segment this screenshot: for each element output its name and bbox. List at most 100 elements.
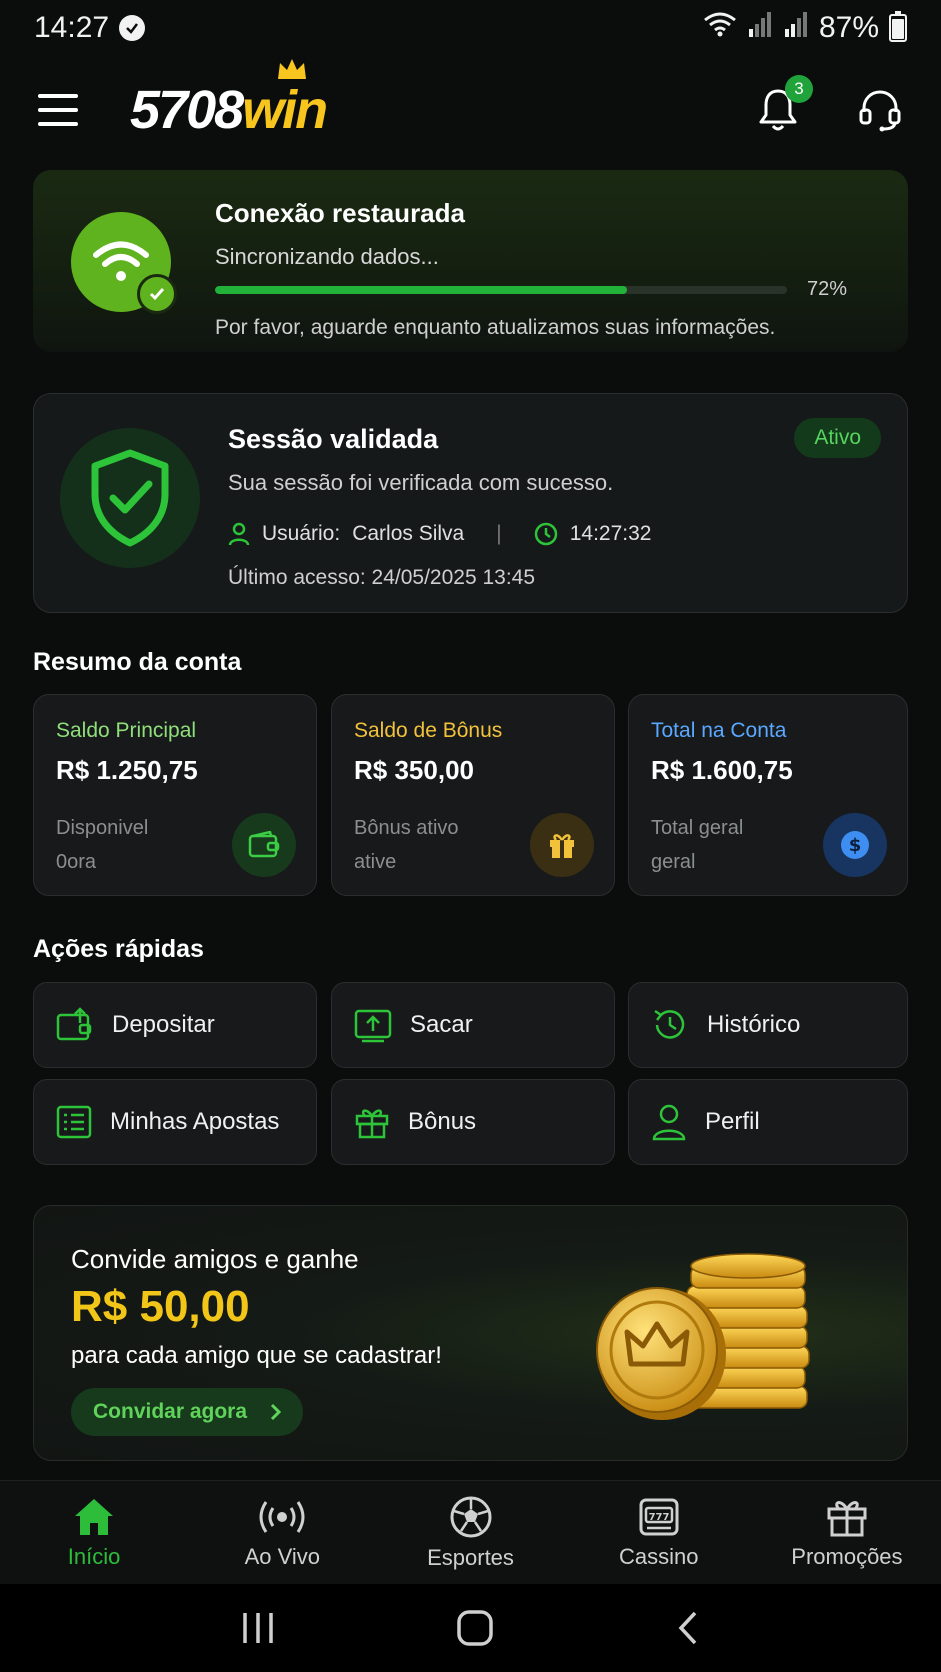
nav-casino-label: Cassino xyxy=(618,1543,699,1569)
invite-line-2: para cada amigo que se cadastrar! xyxy=(71,1342,442,1369)
nav-home[interactable]: Início xyxy=(0,1481,188,1584)
withdraw-label: Sacar xyxy=(410,1011,473,1038)
nav-casino[interactable]: 777 Cassino xyxy=(565,1481,753,1584)
status-bar: 14:27 87% xyxy=(0,0,941,56)
quick-actions-title: Ações rápidas xyxy=(33,935,204,963)
live-broadcast-icon xyxy=(259,1500,305,1533)
sync-progress-percent: 72% xyxy=(807,278,848,300)
system-navigation-bar xyxy=(0,1584,941,1672)
crown-icon xyxy=(278,59,307,79)
shield-icon xyxy=(60,428,200,568)
balance-label: Saldo Principal xyxy=(56,719,197,742)
balance-note: Disponivel xyxy=(56,817,149,839)
signal-icon xyxy=(747,11,773,45)
soccer-ball-icon xyxy=(450,1496,491,1537)
profile-button[interactable]: Perfil xyxy=(628,1079,908,1165)
invite-amount: R$ 50,00 xyxy=(71,1282,250,1331)
balance-note-2: ative xyxy=(354,851,397,873)
deposit-button[interactable]: Depositar xyxy=(33,982,317,1068)
balance-value: R$ 350,00 xyxy=(354,755,474,785)
divider: | xyxy=(496,522,502,545)
deposit-icon xyxy=(56,1007,92,1041)
nav-promotions[interactable]: Promoções xyxy=(753,1481,941,1584)
status-badge: Ativo xyxy=(794,418,881,458)
app-header: 5708win 3 xyxy=(0,59,941,160)
withdraw-icon xyxy=(354,1009,392,1043)
notification-count-badge: 3 xyxy=(785,75,813,103)
support-button[interactable] xyxy=(857,85,903,135)
balance-note: Total geral xyxy=(651,817,744,839)
bonus-label: Bônus xyxy=(408,1108,477,1135)
gift-outline-icon xyxy=(355,1109,389,1139)
dollar-coin-icon: $ xyxy=(823,813,887,877)
balance-label: Total na Conta xyxy=(651,719,787,742)
clock-icon xyxy=(534,522,557,546)
signal-icon-2 xyxy=(783,11,809,45)
headset-icon xyxy=(859,90,901,132)
connection-note: Por favor, aguarde enquanto atualizamos … xyxy=(215,316,776,339)
back-icon[interactable] xyxy=(675,1610,701,1646)
user-name: Carlos Silva xyxy=(352,522,465,545)
history-label: Histórico xyxy=(707,1011,801,1038)
balance-value: R$ 1.250,75 xyxy=(56,755,198,785)
session-subtitle: Sua sessão foi verificada com sucesso. xyxy=(228,470,614,495)
gift-icon xyxy=(530,813,594,877)
nav-live-label: Ao Vivo xyxy=(244,1543,321,1569)
invite-now-button[interactable]: Convidar agora xyxy=(71,1388,304,1436)
gold-coins-illustration xyxy=(596,1253,810,1420)
slot-machine-icon: 777 xyxy=(639,1498,679,1535)
withdraw-button[interactable]: Sacar xyxy=(331,982,615,1068)
wifi-icon xyxy=(703,11,737,45)
connection-title: Conexão restaurada xyxy=(215,198,465,228)
home-icon xyxy=(75,1498,114,1535)
summary-title: Resumo da conta xyxy=(33,648,242,676)
bonus-button[interactable]: Bônus xyxy=(331,1079,615,1165)
gift-icon xyxy=(827,1500,867,1536)
session-title: Sessão validada xyxy=(228,424,439,454)
connection-subtitle: Sincronizando dados... xyxy=(215,244,439,269)
logo[interactable]: 5708win xyxy=(130,59,328,141)
user-icon xyxy=(228,522,250,546)
recent-apps-icon[interactable] xyxy=(240,1611,276,1645)
balance-label: Saldo de Bônus xyxy=(354,719,503,742)
balance-card-total[interactable]: Total na Conta R$ 1.600,75 Total geral g… xyxy=(628,694,908,896)
nav-promotions-label: Promoções xyxy=(791,1543,903,1569)
battery-level: 87% xyxy=(818,11,879,44)
last-access: Último acesso: 24/05/2025 13:45 xyxy=(228,566,536,589)
nav-sports-label: Esportes xyxy=(427,1544,514,1570)
home-button-icon[interactable] xyxy=(456,1609,494,1647)
invite-line-1: Convide amigos e ganhe xyxy=(71,1244,359,1274)
connection-status-card: Conexão restaurada Sincronizando dados..… xyxy=(33,170,908,352)
session-time: 14:27:32 xyxy=(569,522,652,545)
session-card: Sessão validada Sua sessão foi verificad… xyxy=(33,393,908,613)
chevron-right-icon xyxy=(270,1403,282,1421)
svg-text:$: $ xyxy=(849,835,862,856)
profile-label: Perfil xyxy=(705,1108,760,1135)
wallet-icon xyxy=(232,813,296,877)
invite-banner: Convide amigos e ganhe R$ 50,00 para cad… xyxy=(33,1205,908,1461)
battery-icon xyxy=(889,11,907,42)
balance-card-bonus[interactable]: Saldo de Bônus R$ 350,00 Bônus ativo ati… xyxy=(331,694,615,896)
balance-note-2: 0ora xyxy=(56,851,97,873)
nav-home-label: Início xyxy=(67,1543,121,1569)
wifi-connected-icon xyxy=(71,212,177,314)
clock: 14:27 xyxy=(34,11,110,44)
list-icon xyxy=(56,1105,92,1139)
user-label: Usuário: xyxy=(262,522,341,545)
my-bets-button[interactable]: Minhas Apostas xyxy=(33,1079,317,1165)
balance-card-main[interactable]: Saldo Principal R$ 1.250,75 Disponivel 0… xyxy=(33,694,317,896)
nav-sports[interactable]: Esportes xyxy=(376,1481,564,1584)
history-icon xyxy=(654,1009,685,1039)
menu-button[interactable] xyxy=(38,94,78,126)
balance-value: R$ 1.600,75 xyxy=(651,755,793,785)
bottom-navigation: Início Ao Vivo Esportes 777 Cassino Prom… xyxy=(0,1480,941,1584)
nav-live[interactable]: Ao Vivo xyxy=(188,1481,376,1584)
my-bets-label: Minhas Apostas xyxy=(110,1108,280,1135)
history-button[interactable]: Histórico xyxy=(628,982,908,1068)
deposit-label: Depositar xyxy=(112,1011,215,1038)
verified-icon xyxy=(119,15,146,41)
check-icon xyxy=(137,274,177,314)
invite-button-label: Convidar agora xyxy=(93,1400,248,1423)
user-outline-icon xyxy=(652,1104,686,1141)
notifications-button[interactable]: 3 xyxy=(755,75,813,135)
